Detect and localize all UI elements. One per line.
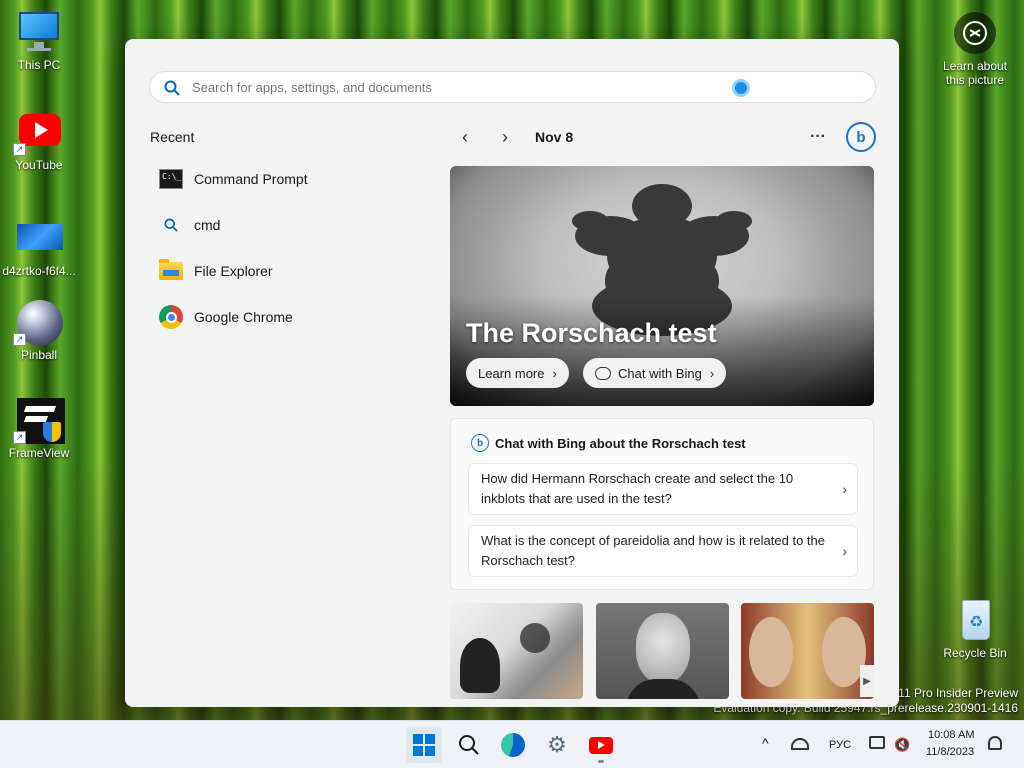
learn-about-picture-button[interactable] xyxy=(954,12,996,54)
chat-card-title: Chat with Bing about the Rorschach test xyxy=(495,435,746,451)
recent-list: C:\_ Command Prompt cmd File Explorer Go… xyxy=(150,156,420,340)
thumbnail-portrait[interactable] xyxy=(595,603,729,699)
bing-icon[interactable]: b xyxy=(846,122,876,152)
start-menu-panel: Recent C:\_ Command Prompt cmd File Expl… xyxy=(125,39,899,707)
search-highlight-icon[interactable] xyxy=(732,79,750,97)
chevron-right-icon: › xyxy=(502,126,508,147)
taskbar-settings-button[interactable]: ⚙ xyxy=(539,727,575,763)
search-box[interactable] xyxy=(149,71,876,103)
suggested-question[interactable]: What is the concept of pareidolia and ho… xyxy=(468,525,858,577)
search-icon xyxy=(158,212,184,238)
shortcut-arrow-icon: ↗ xyxy=(13,431,26,444)
desktop-icon-label: FrameView xyxy=(8,446,70,460)
clock-time[interactable]: 10:08 AM xyxy=(928,729,974,741)
recent-item-file-explorer[interactable]: File Explorer xyxy=(150,248,420,294)
watermark-line1: 11 Pro Insider Preview xyxy=(898,686,1018,700)
display-icon[interactable] xyxy=(869,736,885,749)
chrome-icon xyxy=(158,304,184,330)
start-button[interactable] xyxy=(406,727,442,763)
pinball-icon: ↗ xyxy=(13,300,63,346)
chevron-right-icon: › xyxy=(552,365,557,381)
taskbar-youtube-button[interactable] xyxy=(583,727,619,763)
taskbar-search-button[interactable] xyxy=(451,727,487,763)
chevron-right-icon: › xyxy=(709,365,715,381)
chat-with-bing-button[interactable]: Chat with Bing › xyxy=(583,358,727,388)
learn-more-label: Learn more xyxy=(478,365,545,381)
bing-icon: b xyxy=(471,434,489,452)
desktop-icon-label: YouTube xyxy=(15,158,63,172)
shortcut-arrow-icon: ↗ xyxy=(13,143,26,156)
thumbnail-row: ▶ xyxy=(450,603,874,699)
search-input[interactable] xyxy=(192,79,712,95)
notifications-icon[interactable] xyxy=(988,736,1002,750)
youtube-icon: ↗ xyxy=(13,110,61,156)
scroll-right-button[interactable]: ▶ xyxy=(860,665,874,697)
youtube-icon xyxy=(589,736,613,754)
windows-logo-icon xyxy=(413,734,435,756)
chat-with-bing-label: Chat with Bing xyxy=(618,365,702,381)
feed-nav-row: ‹ › Nov 8 ··· b xyxy=(451,122,876,152)
desktop-icon-recycle-bin[interactable]: ♻ Recycle Bin xyxy=(936,598,1014,660)
chat-bubble-icon xyxy=(595,366,611,380)
feed-date: Nov 8 xyxy=(535,129,574,145)
language-indicator[interactable]: РУС xyxy=(829,739,851,751)
taskbar: ⚙ ^ РУС 🔇 10:08 AM 11/8/2023 xyxy=(0,720,1024,768)
chat-with-bing-card: b Chat with Bing about the Rorschach tes… xyxy=(450,418,874,590)
recent-item-label: Command Prompt xyxy=(194,171,308,187)
desktop-icon-label: This PC xyxy=(17,58,61,72)
recent-title: Recent xyxy=(150,129,195,145)
chevron-left-icon: ‹ xyxy=(462,126,468,147)
thumbnail-inkblot-cards[interactable] xyxy=(450,603,583,699)
hero-card[interactable]: The Rorschach test Learn more › Chat wit… xyxy=(450,166,874,406)
hero-title: The Rorschach test xyxy=(466,318,717,348)
suggested-question[interactable]: How did Hermann Rorschach create and sel… xyxy=(468,463,858,515)
folder-icon xyxy=(158,258,184,284)
desktop-icon-image-file[interactable]: d4zrtko-f6f4... xyxy=(0,216,78,278)
recent-item-label: File Explorer xyxy=(194,263,273,279)
learn-about-picture-label: Learn about this picture xyxy=(942,59,1008,87)
desktop-icon-frameview[interactable]: ↗ FrameView xyxy=(0,398,78,460)
chat-card-header: b Chat with Bing about the Rorschach tes… xyxy=(471,434,746,452)
gear-icon: ⚙ xyxy=(547,732,567,757)
recycle-bin-icon: ♻ xyxy=(953,598,997,642)
recent-item-google-chrome[interactable]: Google Chrome xyxy=(150,294,420,340)
chevron-right-icon: › xyxy=(842,543,847,559)
more-options-button[interactable]: ··· xyxy=(810,128,826,146)
question-text: How did Hermann Rorschach create and sel… xyxy=(481,471,794,506)
recent-item-cmd[interactable]: cmd xyxy=(150,202,420,248)
desktop-icon-label: Recycle Bin xyxy=(943,646,1007,660)
taskbar-edge-button[interactable] xyxy=(495,727,531,763)
clock-date[interactable]: 11/8/2023 xyxy=(926,746,974,758)
volume-muted-icon[interactable]: 🔇 xyxy=(894,737,910,753)
desktop-icon-youtube[interactable]: ↗ YouTube xyxy=(0,110,78,172)
search-icon xyxy=(459,735,479,755)
show-hidden-icons-button[interactable]: ^ xyxy=(762,735,769,751)
desktop-icon-this-pc[interactable]: This PC xyxy=(0,10,78,72)
thumbnail-illusion-faces[interactable]: ▶ xyxy=(741,603,874,699)
camera-info-icon xyxy=(963,21,987,45)
question-text: What is the concept of pareidolia and ho… xyxy=(481,533,825,568)
hero-gradient xyxy=(450,296,874,406)
command-prompt-icon: C:\_ xyxy=(158,166,184,192)
recent-item-command-prompt[interactable]: C:\_ Command Prompt xyxy=(150,156,420,202)
desktop-icon-label: d4zrtko-f6f4... xyxy=(2,264,76,278)
frameview-icon: ↗ xyxy=(13,398,65,444)
edge-icon xyxy=(501,733,525,757)
recent-item-label: cmd xyxy=(194,217,221,233)
image-file-icon xyxy=(17,216,63,260)
desktop-icon-pinball[interactable]: ↗ Pinball xyxy=(0,300,78,362)
previous-day-button[interactable]: ‹ xyxy=(451,123,479,151)
next-day-button[interactable]: › xyxy=(491,123,519,151)
chevron-right-icon: › xyxy=(842,481,847,497)
recent-item-label: Google Chrome xyxy=(194,309,293,325)
shortcut-arrow-icon: ↗ xyxy=(13,333,26,346)
search-icon xyxy=(164,80,180,96)
network-icon[interactable] xyxy=(791,738,809,750)
desktop-icon-label: Pinball xyxy=(20,348,58,362)
monitor-icon xyxy=(17,10,61,54)
learn-more-button[interactable]: Learn more › xyxy=(466,358,569,388)
